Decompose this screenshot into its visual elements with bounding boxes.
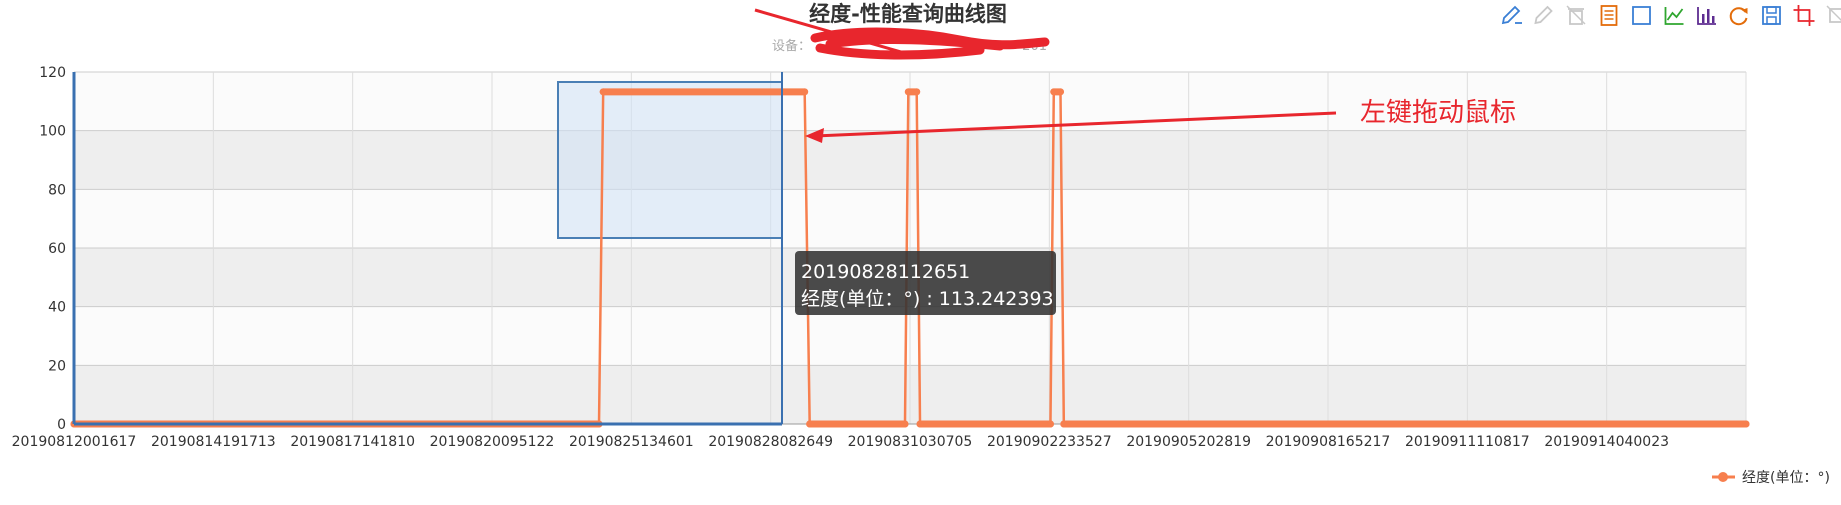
chart-subtitle: 设备： [772,38,811,54]
x-tick-label: 20190820095122 [430,434,555,450]
x-tick-label: 20190908165217 [1266,434,1391,450]
series-point [1060,420,1068,428]
legend-marker-icon [1718,472,1728,482]
bar-chart-icon[interactable] [1697,7,1716,25]
redaction-scribble [810,27,1050,60]
series-point [806,420,814,428]
y-tick-label: 20 [48,358,66,374]
y-tick-label: 60 [48,241,66,257]
series-point [904,88,912,96]
y-axis-labels: 0 20 40 60 80 100 120 [39,65,66,433]
y-tick-label: 100 [39,124,66,140]
y-tick-label: 80 [48,182,66,198]
series-point [913,88,921,96]
y-tick-label: 40 [48,300,66,316]
zoom-select-icon[interactable] [1632,6,1651,25]
annotation-text: 左键拖动鼠标 [1360,98,1516,128]
legend[interactable]: 经度(单位：°) [1712,470,1830,486]
x-tick-label: 20190905202819 [1126,434,1251,450]
x-tick-label: 20190825134601 [569,434,694,450]
x-axis-labels: 20190812001617 20190814191713 201908171418… [12,434,1669,450]
series-point [801,88,809,96]
series-point [1046,420,1054,428]
tooltip: 20190828112651 经度(单位：°) : 113.242393 [795,251,1056,315]
y-tick-label: 0 [57,417,66,433]
mark-clear-icon[interactable] [1566,5,1586,25]
series-point [916,420,924,428]
x-tick-label: 20190814191713 [151,434,276,450]
series-point [1050,88,1058,96]
x-tick-label: 20190831030705 [848,434,973,450]
mark-pen-icon[interactable] [1501,5,1522,25]
restore-icon[interactable] [1729,7,1748,26]
tooltip-value: 经度(单位：°) : 113.242393 [801,288,1054,310]
series-point [1742,420,1750,428]
x-tick-label: 20190817141810 [290,434,415,450]
x-tick-label: 20190812001617 [12,434,137,450]
legend-label: 经度(单位：°) [1742,470,1830,486]
zoom-selection-box[interactable] [557,81,783,239]
x-tick-label: 20190902233527 [987,434,1112,450]
chart-title: 经度-性能查询曲线图 [809,2,1007,26]
x-tick-label: 20190911110817 [1405,434,1530,450]
chart-canvas: 经度-性能查询曲线图 设备： 201 020406080100120 20190… [12,2,1841,486]
line-chart-icon[interactable] [1664,7,1684,25]
mark-undo-icon[interactable] [1534,5,1553,25]
series-point [599,88,607,96]
series-point [901,420,909,428]
toolbox [1501,5,1841,26]
crop-icon[interactable] [1793,5,1815,26]
x-tick-label: 20190914040023 [1544,434,1669,450]
series-point [1056,88,1064,96]
x-tick-label: 20190828082649 [708,434,833,450]
save-image-icon[interactable] [1762,6,1781,25]
tooltip-time: 20190828112651 [801,261,970,283]
data-view-icon[interactable] [1600,5,1618,26]
zoom-reset-icon[interactable] [1826,5,1841,24]
y-tick-label: 120 [39,65,66,81]
